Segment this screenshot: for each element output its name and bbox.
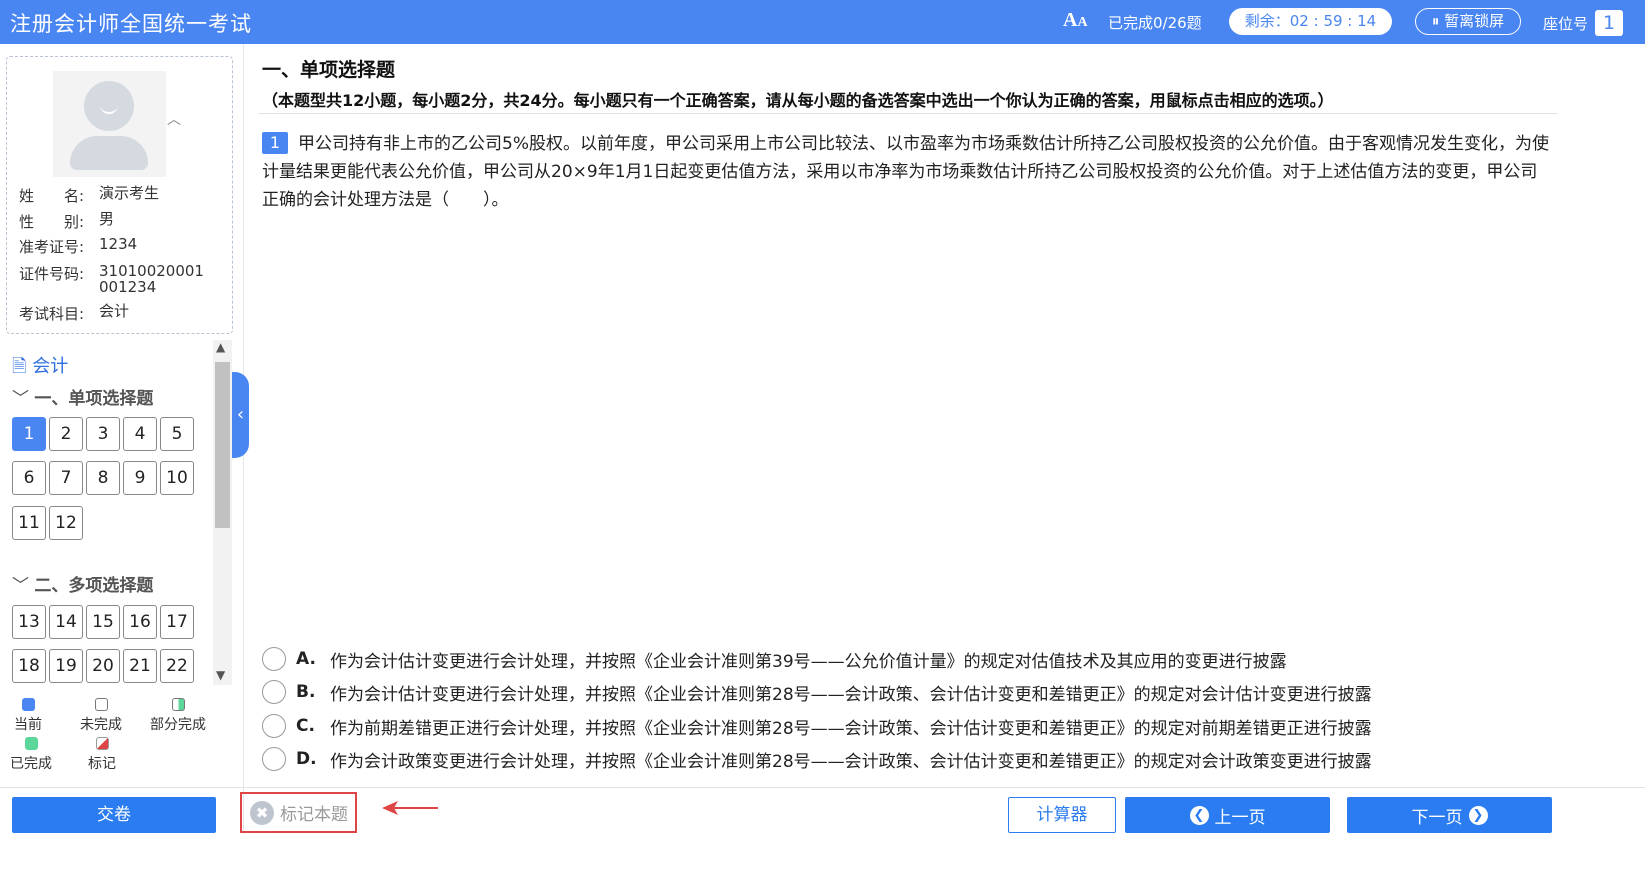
font-size-icon[interactable]: AA (1063, 9, 1088, 32)
chevron-left-icon: ‹ (236, 404, 245, 425)
top-bar: 注册会计师全国统一考试 AA 已完成0/26题 剩余：02 : 59 : 14 … (0, 0, 1645, 44)
option-text: 作为会计政策变更进行会计处理，并按照《企业会计准则第28号——会计政策、会计估计… (330, 751, 1372, 772)
radio-button[interactable] (262, 747, 286, 771)
question-button-19[interactable]: 19 (49, 649, 83, 683)
seat-number: 1 (1595, 10, 1623, 36)
annotation-arrow-icon (382, 801, 438, 815)
legend-current-swatch (21, 698, 35, 711)
question-button-13[interactable]: 13 (12, 605, 46, 639)
question-stem: 甲公司持有非上市的乙公司5%股权。以前年度，甲公司采用上市公司比较法、以市盈率为… (262, 134, 1549, 210)
question-navigator: 🗎 会计 ﹀ 一、单项选择题 1 2 3 4 5 6 7 8 9 10 11 1… (0, 340, 232, 685)
countdown-timer: 剩余：02 : 59 : 14 (1229, 8, 1392, 35)
chevron-down-icon: ﹀ (12, 576, 35, 596)
question-button-8[interactable]: 8 (86, 461, 120, 495)
question-button-2[interactable]: 2 (49, 417, 83, 451)
divider (258, 113, 1558, 114)
option-text: 作为会计估计变更进行会计处理，并按照《企业会计准则第28号——会计政策、会计估计… (330, 684, 1372, 705)
question-button-6[interactable]: 6 (12, 461, 46, 495)
calculator-button[interactable]: 计算器 (1008, 797, 1116, 833)
option-b[interactable]: B. 作为会计估计变更进行会计处理，并按照《企业会计准则第28号——会计政策、会… (262, 678, 1372, 706)
info-ticket: 准考证号: 1234 (19, 235, 138, 256)
question-button-14[interactable]: 14 (49, 605, 83, 639)
radio-button[interactable] (262, 714, 286, 738)
mark-question-button[interactable]: ✖ 标记本题 (240, 792, 357, 833)
question-button-20[interactable]: 20 (86, 649, 120, 683)
question-button-18[interactable]: 18 (12, 649, 46, 683)
info-name: 姓 名: 演示考生 (19, 184, 160, 205)
legend-finished-swatch (24, 737, 38, 750)
question-button-16[interactable]: 16 (123, 605, 157, 639)
legend-current: 当前 (14, 698, 42, 734)
section-single-choice[interactable]: ﹀ 一、单项选择题 (12, 384, 153, 409)
navigator-scrollbar[interactable]: ▲ ▼ (213, 340, 232, 685)
candidate-profile: ︿ 姓 名: 演示考生 性 别: 男 准考证号: 1234 证件号码: 3101… (6, 56, 233, 334)
submit-exam-button[interactable]: 交卷 (12, 797, 216, 833)
legend-marked: 标记 (88, 737, 116, 773)
question-button-17[interactable]: 17 (160, 605, 194, 639)
seat-label: 座位号 (1543, 15, 1589, 33)
info-id: 证件号码: 31010020001001234 (19, 262, 204, 296)
question-number-badge: 1 (262, 132, 288, 154)
sidebar-collapse-toggle[interactable]: ‹ (232, 372, 249, 458)
section-description: （本题型共12小题，每小题2分，共24分。每小题只有一个正确答案，请从每小题的备… (262, 91, 1334, 110)
arrow-left-icon: ❮ (1189, 805, 1209, 825)
left-panel: ︿ 姓 名: 演示考生 性 别: 男 准考证号: 1234 证件号码: 3101… (0, 44, 244, 834)
avatar-body (70, 136, 148, 170)
legend-finished: 已完成 (10, 737, 52, 773)
radio-button[interactable] (262, 680, 286, 704)
section-multiple-choice[interactable]: ﹀ 二、多项选择题 (12, 571, 153, 596)
scroll-thumb[interactable] (215, 362, 230, 528)
legend-unfinished-swatch (94, 698, 108, 711)
prev-page-button[interactable]: ❮ 上一页 (1125, 797, 1330, 833)
question-button-5[interactable]: 5 (160, 417, 194, 451)
option-c[interactable]: C. 作为前期差错更正进行会计处理，并按照《企业会计准则第28号——会计政策、会… (262, 712, 1372, 740)
info-subject: 考试科目: 会计 (19, 302, 130, 323)
question-button-22[interactable]: 22 (160, 649, 194, 683)
scroll-up-arrow-icon[interactable]: ▲ (216, 340, 225, 354)
option-a[interactable]: A. 作为会计估计变更进行会计处理，并按照《企业会计准则第39号——公允价值计量… (262, 645, 1287, 673)
question-button-15[interactable]: 15 (86, 605, 120, 639)
section-heading: 一、单项选择题 (262, 59, 396, 81)
question-button-4[interactable]: 4 (123, 417, 157, 451)
app-title: 注册会计师全国统一考试 (10, 12, 252, 36)
pin-icon: ✖ (250, 800, 274, 825)
chevron-down-icon: ﹀ (12, 389, 35, 409)
bottom-divider (0, 787, 1645, 788)
arrow-right-icon: ❯ (1468, 805, 1488, 825)
pause-lock-button[interactable]: ⏸ 暂离锁屏 (1415, 8, 1521, 35)
legend-partial: 部分完成 (150, 698, 206, 734)
question-button-3[interactable]: 3 (86, 417, 120, 451)
option-text: 作为会计估计变更进行会计处理，并按照《企业会计准则第39号——公允价值计量》的规… (330, 651, 1287, 672)
chevron-up-icon[interactable]: ︿ (167, 109, 181, 129)
question-button-21[interactable]: 21 (123, 649, 157, 683)
question-button-1[interactable]: 1 (12, 417, 46, 451)
option-text: 作为前期差错更正进行会计处理，并按照《企业会计准则第28号——会计政策、会计估计… (330, 718, 1372, 739)
next-page-button[interactable]: 下一页 ❯ (1347, 797, 1552, 833)
legend-marked-swatch (95, 737, 109, 750)
document-icon: 🗎 (12, 356, 27, 377)
question-button-7[interactable]: 7 (49, 461, 83, 495)
subject-title[interactable]: 🗎 会计 (12, 352, 68, 384)
radio-button[interactable] (262, 647, 286, 671)
info-gender: 性 别: 男 (19, 210, 115, 231)
question-button-11[interactable]: 11 (12, 506, 46, 540)
option-d[interactable]: D. 作为会计政策变更进行会计处理，并按照《企业会计准则第28号——会计政策、会… (262, 745, 1372, 773)
question-button-12[interactable]: 12 (49, 506, 83, 540)
progress-status: 已完成0/26题 (1108, 14, 1202, 32)
legend-unfinished: 未完成 (80, 698, 122, 734)
scroll-down-arrow-icon[interactable]: ▼ (216, 668, 225, 682)
avatar (53, 71, 166, 177)
legend-partial-swatch (171, 698, 185, 711)
question-button-9[interactable]: 9 (123, 461, 157, 495)
question-button-10[interactable]: 10 (160, 461, 194, 495)
